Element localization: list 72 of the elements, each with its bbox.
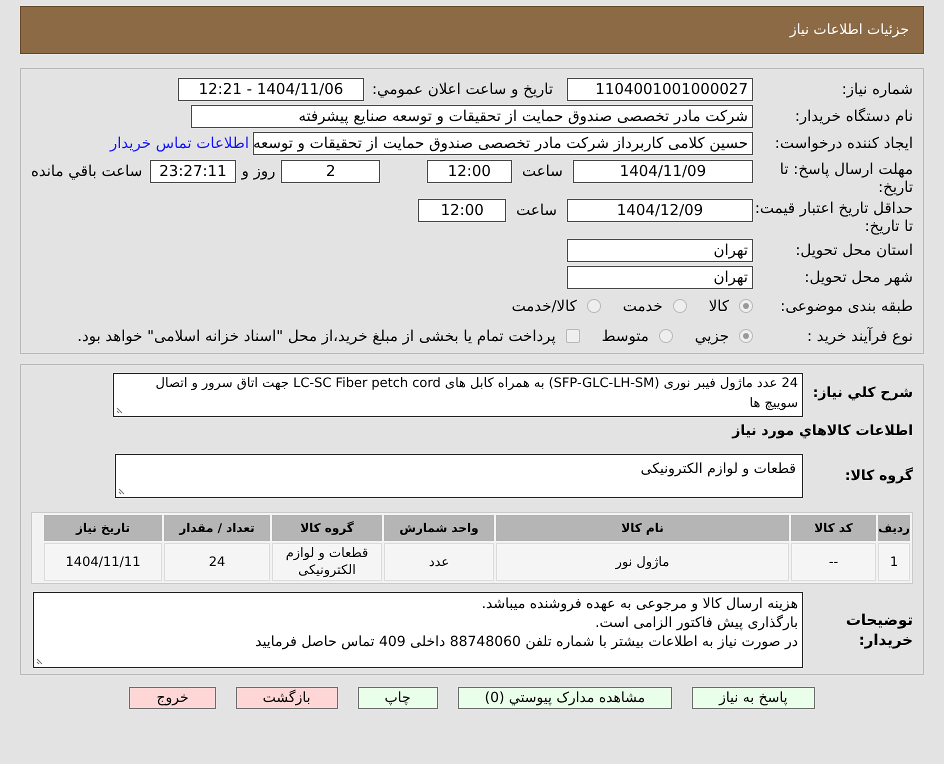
days-field[interactable]: 2 xyxy=(281,160,380,183)
action-button[interactable]: بازگشت xyxy=(236,687,338,709)
table-cell: 1404/11/11 xyxy=(44,543,162,581)
column-header: واحد شمارش xyxy=(384,515,494,541)
radio-label: جزيي xyxy=(694,326,729,347)
field-label: تاریخ و ساعت اعلان عمومي: xyxy=(372,78,553,100)
creator-field[interactable]: حسین کلامی کاربرداز شرکت مادر تخصصی صندوق حمایت از تحقیقات و توسعه xyxy=(253,132,753,154)
field-label: حداقل تاریخ اعتبار قیمت: تا تاریخ: xyxy=(754,199,913,235)
field-label: شماره نیاز: xyxy=(840,80,913,98)
page-title: جزئیات اطلاعات نیاز xyxy=(790,20,909,40)
field-label: گروه کالا: xyxy=(844,466,913,486)
section-heading: اطلاعات کالاهاي مورد نیاز xyxy=(730,422,913,441)
column-header: تاریخ نیاز xyxy=(44,515,162,541)
field-label: ساعت باقي مانده xyxy=(31,161,142,182)
action-button[interactable]: چاپ xyxy=(358,687,438,709)
action-button[interactable]: پاسخ به نیاز xyxy=(692,687,815,709)
resize-grip-icon[interactable] xyxy=(36,657,44,665)
table-cell: عدد xyxy=(384,543,494,581)
field-label: شرح کلي نیاز: xyxy=(812,384,913,403)
radio-label: کالا/خدمت xyxy=(512,296,577,317)
deadline-date-field[interactable]: 1404/11/09 xyxy=(572,160,753,183)
resize-grip-icon[interactable] xyxy=(118,487,126,495)
note-line: بارگذاری پیش فاکتور الزامی است. xyxy=(594,614,798,633)
action-button[interactable]: مشاهده مدارک پیوستي (0) xyxy=(458,687,672,709)
table-cell: 24 xyxy=(164,543,270,581)
buyer-contact-link[interactable]: اطلاعات تماس خریدار xyxy=(110,132,249,154)
city-field[interactable]: تهران xyxy=(567,266,753,288)
field-label: ساعت xyxy=(522,161,563,182)
field-label: شهر محل تحویل: xyxy=(803,268,913,286)
province-field[interactable]: تهران xyxy=(567,238,753,262)
payment-note: پرداخت تمام یا بخشی از مبلغ خرید،از محل "اسناد خزانه اسلامی" خواهد بود. xyxy=(77,326,556,347)
table-cell: قطعات و لوازم الکترونیکی xyxy=(272,543,382,581)
field-label: طبقه بندی موضوعی: xyxy=(779,297,913,315)
buyer-field[interactable]: شرکت مادر تخصصی صندوق حمایت از تحقیقات و توسعه صنایع پیشرفته xyxy=(191,104,753,128)
column-header: گروه کالا xyxy=(272,515,382,541)
note-line: در صورت نیاز به اطلاعات بیشتر با شماره تلفن 88748060 داخلی 409 تماس حاصل فرمایید xyxy=(254,633,798,652)
radio-button[interactable] xyxy=(658,329,673,343)
remaining-time-field[interactable]: 23:27:11 xyxy=(150,160,236,183)
goods-group-field[interactable]: قطعات و لوازم الکترونیکی xyxy=(115,454,803,498)
radio-label: متوسط xyxy=(602,326,649,347)
radio-label: خدمت xyxy=(622,296,663,317)
table-cell: -- xyxy=(791,543,876,581)
radio-button[interactable] xyxy=(739,329,753,343)
field-label: ساعت xyxy=(516,200,557,221)
deadline-time-field[interactable]: 12:00 xyxy=(426,160,512,183)
field-label: نام دستگاه خریدار: xyxy=(794,107,913,125)
action-button[interactable]: خروج xyxy=(129,687,216,709)
radio-button[interactable] xyxy=(739,299,753,313)
validity-time-field[interactable]: 12:00 xyxy=(418,199,506,222)
resize-grip-icon[interactable] xyxy=(116,406,124,414)
description-field[interactable]: 24 عدد ماژول فیبر نوری (SFP-GLC-LH-SM) به همراه کابل های LC-SC Fiber petch cord جهت اتاق سرور و اتصال سوییچ ها xyxy=(113,373,803,417)
field-label: توضیحات خریدار: xyxy=(844,610,913,650)
radio-button[interactable] xyxy=(672,299,687,313)
need-number-field[interactable]: 1104001001000027 xyxy=(567,78,753,100)
announce-date-field[interactable]: 1404/11/06 - 12:21 xyxy=(178,78,364,100)
radio-button[interactable] xyxy=(586,299,601,313)
column-header: نام کالا xyxy=(496,515,789,541)
column-header: ردیف xyxy=(878,515,910,541)
radio-label: کالا xyxy=(708,296,729,317)
field-label: ایجاد کننده درخواست: xyxy=(774,134,913,152)
table-cell: ماژول نور xyxy=(496,543,789,581)
note-line: هزینه ارسال کالا و مرجوعی به عهده فروشنده میباشد. xyxy=(480,595,798,614)
column-header: کد کالا xyxy=(791,515,876,541)
field-label: مهلت ارسال پاسخ: تا تاریخ: xyxy=(778,160,913,196)
table-cell: 1 xyxy=(878,543,910,581)
column-header: تعداد / مقدار xyxy=(164,515,270,541)
checkbox[interactable] xyxy=(566,329,580,343)
field-label: روز و xyxy=(242,161,276,182)
field-label: استان محل تحویل: xyxy=(794,241,913,259)
buyer-notes-field[interactable]: هزینه ارسال کالا و مرجوعی به عهده فروشنده میباشد. بارگذاری پیش فاکتور الزامی است. در صورت نیاز به اطلاعات بیشتر با شماره تلفن 88748060 داخلی 409 تماس حاصل فرمایید xyxy=(33,592,803,668)
validity-date-field[interactable]: 1404/12/09 xyxy=(567,199,753,222)
field-label: نوع فرآیند خرید : xyxy=(806,327,913,345)
